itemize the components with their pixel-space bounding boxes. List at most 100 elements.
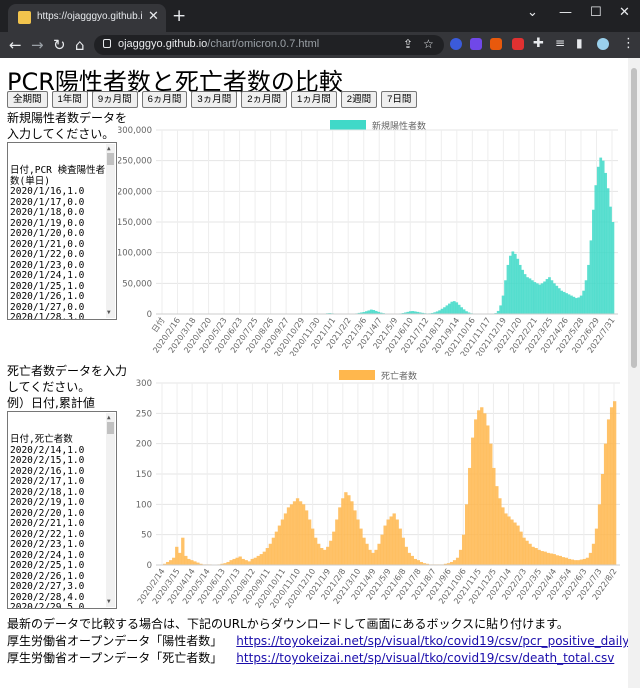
data-bar <box>606 188 610 314</box>
data-bar <box>386 519 390 565</box>
data-bar <box>440 308 444 314</box>
positive-data-textarea[interactable]: 日付,PCR 検査陽性者 数(単日) 2020/1/16,1.0 2020/1/… <box>7 142 117 320</box>
period-button-9m[interactable]: 9ヵ月間 <box>91 91 138 108</box>
data-bar <box>552 554 556 565</box>
side-panel-icon[interactable]: ▮ <box>576 36 583 50</box>
textarea-scrollbar[interactable]: ▲ ▼ <box>106 413 115 607</box>
data-bar <box>585 557 590 565</box>
media-icon[interactable]: ≡ <box>555 36 565 50</box>
reload-icon[interactable]: ↻ <box>53 36 66 54</box>
period-button-6m[interactable]: 6ヵ月間 <box>141 91 188 108</box>
period-button-2w[interactable]: 2週間 <box>340 91 378 108</box>
period-button-2m[interactable]: 2ヵ月間 <box>241 91 287 108</box>
data-bar <box>557 288 561 314</box>
data-bar <box>516 525 520 565</box>
menu-dots-icon[interactable]: ⋮ <box>622 36 635 51</box>
data-bar <box>438 310 441 314</box>
period-button-1m[interactable]: 1ヵ月間 <box>291 91 337 108</box>
data-bar <box>314 537 318 565</box>
data-bar <box>528 543 532 565</box>
data-bar <box>247 561 251 565</box>
profile-avatar[interactable] <box>597 38 609 50</box>
data-bar <box>471 437 475 565</box>
data-bar <box>259 554 263 565</box>
data-bar <box>477 410 481 565</box>
data-bar <box>457 304 461 314</box>
extension-icon[interactable] <box>490 38 502 50</box>
data-bar <box>612 401 617 565</box>
data-bar <box>445 305 449 314</box>
extensions-puzzle-icon[interactable]: ✚ <box>533 36 544 51</box>
data-bar <box>443 307 446 314</box>
period-button-7d[interactable]: 7日間 <box>381 91 418 108</box>
minimize-icon[interactable]: — <box>559 5 572 20</box>
extension-icon[interactable] <box>470 38 482 50</box>
home-icon[interactable]: ⌂ <box>75 36 85 54</box>
period-button-1y[interactable]: 1年間 <box>51 91 88 108</box>
extension-icon[interactable] <box>450 38 462 50</box>
data-bar <box>369 309 373 314</box>
data-bar <box>380 534 384 565</box>
tab-title: https://ojagggyo.github.io/chart/ <box>37 11 143 22</box>
close-tab-icon[interactable]: ✕ <box>148 9 159 24</box>
death-data-textarea[interactable]: 日付,死亡者数 2020/2/14,1.0 2020/2/15,1.0 2020… <box>7 411 117 609</box>
bookmark-star-icon[interactable]: ☆ <box>423 37 434 51</box>
data-bar <box>371 552 375 565</box>
data-bar <box>307 519 312 565</box>
address-bar[interactable]: ojagggyo.github.io/chart/omicron.0.7.htm… <box>94 35 444 55</box>
link2-label: 厚生労働省オープンデータ「死亡者数」 <box>7 651 223 665</box>
data-bar <box>509 255 512 314</box>
positive-csv-link[interactable]: https://toyokeizai.net/sp/visual/tko/cov… <box>236 634 640 648</box>
extension-icon[interactable] <box>512 38 524 50</box>
data-bar <box>574 298 578 314</box>
data-bar <box>572 296 576 314</box>
data-bar <box>567 294 571 314</box>
tab-search-icon[interactable]: ⌄ <box>527 5 538 20</box>
data-bar <box>341 498 345 565</box>
data-bar <box>587 264 590 314</box>
data-bar <box>265 548 270 565</box>
maximize-icon[interactable]: ☐ <box>590 5 602 20</box>
data-bar <box>606 419 611 565</box>
y-tick-label: 300,000 <box>118 126 152 136</box>
data-bar <box>504 280 507 314</box>
y-tick-label: 100 <box>136 500 152 510</box>
death-label-line: 例）日付,累計値 <box>7 396 95 410</box>
death-csv-link[interactable]: https://toyokeizai.net/sp/visual/tko/cov… <box>236 651 614 665</box>
data-bar <box>591 543 596 565</box>
data-bar <box>543 551 547 565</box>
page-scrollbar[interactable] <box>628 58 640 688</box>
page-scrollbar-thumb[interactable] <box>631 68 637 368</box>
data-bar <box>320 548 324 565</box>
legend-swatch <box>330 120 366 130</box>
forward-icon[interactable]: → <box>31 36 44 54</box>
y-tick-label: 0 <box>147 310 152 320</box>
data-bar <box>280 519 285 565</box>
data-bar <box>600 474 605 565</box>
data-bar <box>410 555 414 565</box>
share-icon[interactable]: ⇪ <box>403 37 413 51</box>
data-bar <box>513 522 517 565</box>
data-bar <box>184 555 188 565</box>
y-tick-label: 300 <box>136 379 152 389</box>
window-close-icon[interactable]: ✕ <box>619 5 630 20</box>
data-bar <box>461 534 466 565</box>
data-bar <box>573 560 578 565</box>
back-icon[interactable]: ← <box>9 36 22 54</box>
y-tick-label: 50 <box>141 531 152 541</box>
period-button-all[interactable]: 全期間 <box>7 91 48 108</box>
data-bar <box>565 293 568 314</box>
data-bar <box>362 537 366 565</box>
data-bar <box>522 537 526 565</box>
data-bar <box>579 295 583 314</box>
data-bar <box>335 519 339 565</box>
period-button-3m[interactable]: 3ヵ月間 <box>191 91 238 108</box>
browser-tab[interactable]: https://ojagggyo.github.io/chart/ ✕ <box>8 4 166 32</box>
data-bar <box>368 549 372 565</box>
data-bar <box>489 443 493 565</box>
positive-cases-chart: 新規陽性者数050,000100,000150,000200,000250,00… <box>118 120 618 356</box>
legend[interactable]: 死亡者数 <box>339 370 417 382</box>
death-label-line: 死亡者数データを入力 <box>7 364 128 378</box>
textarea-scrollbar[interactable]: ▲ ▼ <box>106 144 115 318</box>
new-tab-icon[interactable]: + <box>172 6 186 26</box>
